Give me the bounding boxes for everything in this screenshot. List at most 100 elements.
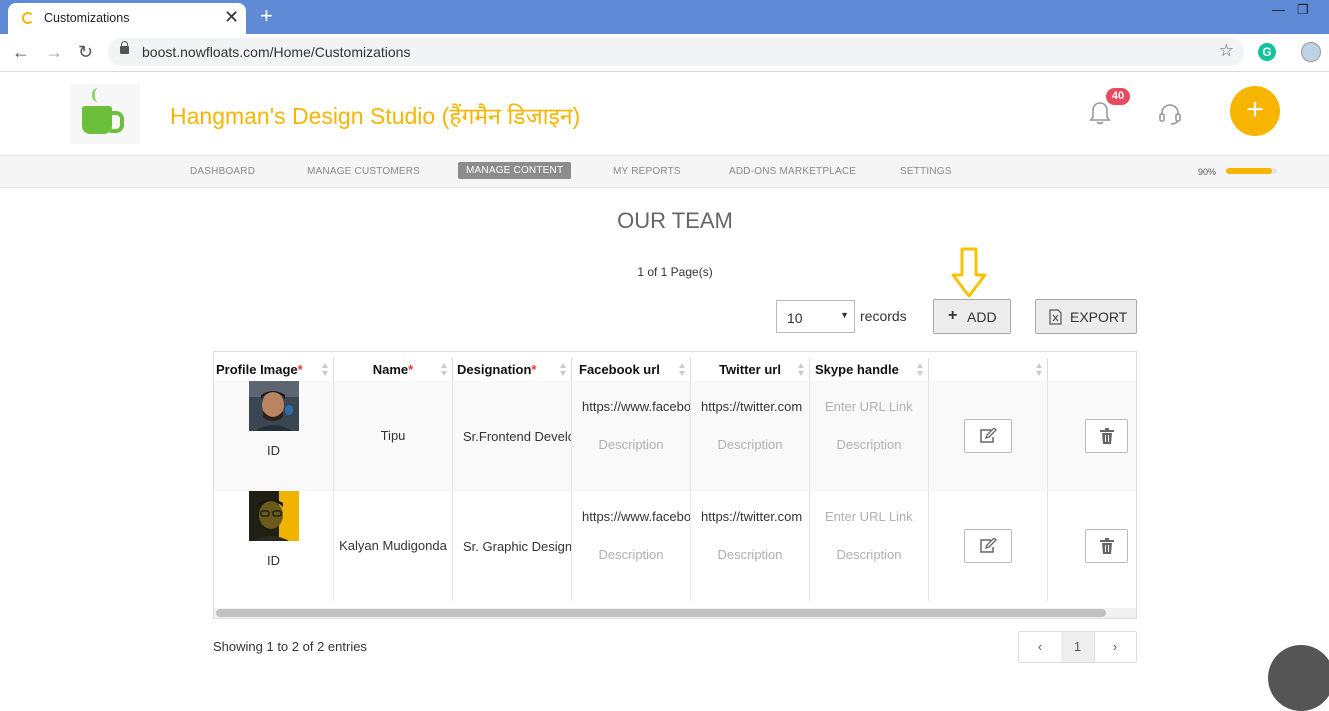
main-navigation: DASHBOARD MANAGE CUSTOMERS MANAGE CONTEN…	[0, 155, 1329, 188]
profile-photo-kalyan[interactable]	[249, 491, 299, 541]
nav-manage-customers[interactable]: MANAGE CUSTOMERS	[307, 166, 420, 177]
brand-name: Hangman's Design Studio (हैंगमैन डिजाइन)	[170, 103, 581, 129]
logo-mug	[82, 106, 112, 134]
quick-add-button[interactable]: +	[1230, 86, 1280, 136]
page-title: OUR TEAM	[617, 208, 733, 233]
name-cell[interactable]: Tipu	[334, 381, 453, 491]
twitter-url-cell[interactable]: https://twitter.com Description	[691, 491, 810, 601]
profile-id: ID	[267, 443, 280, 458]
column-header-profile-image[interactable]: Profile Image*	[214, 358, 334, 382]
url-text: boost.nowfloats.com/Home/Customizations	[142, 44, 411, 60]
chevron-right-icon: ›	[1112, 639, 1118, 654]
skype-url-placeholder: Enter URL Link	[825, 509, 913, 524]
delete-cell	[1048, 381, 1136, 491]
sort-icon	[798, 363, 804, 377]
facebook-url-value: https://www.facebook.com	[582, 399, 691, 414]
prev-page-button[interactable]: ‹	[1019, 632, 1062, 662]
logo-mug-handle	[110, 111, 124, 133]
description-placeholder: Description	[836, 437, 902, 452]
headset-support-icon[interactable]	[1158, 102, 1182, 126]
designation-cell[interactable]: Sr. Graphic Designer	[453, 491, 572, 601]
notification-count-badge: 40	[1106, 88, 1130, 105]
table-row: ID Kalyan Mudigonda Sr. Graphic Designer…	[214, 491, 1136, 601]
nav-dashboard[interactable]: DASHBOARD	[190, 166, 255, 177]
new-tab-icon[interactable]: +	[260, 4, 273, 28]
table-horizontal-scrollbar[interactable]	[214, 608, 1136, 618]
profile-avatar-icon[interactable]	[1301, 42, 1321, 62]
minimize-icon[interactable]: —	[1272, 2, 1285, 17]
description-placeholder: Description	[836, 547, 902, 562]
description-placeholder: Description	[717, 547, 783, 562]
down-arrow-annotation-icon	[951, 247, 987, 298]
member-designation: Sr. Graphic Designer	[463, 539, 572, 554]
profile-completion-label: 90%	[1198, 167, 1217, 177]
column-header-delete	[1048, 358, 1136, 382]
next-page-button[interactable]: ›	[1094, 632, 1136, 662]
profile-completion-bar	[1226, 168, 1277, 174]
sort-icon	[1036, 363, 1042, 377]
description-placeholder: Description	[717, 437, 783, 452]
forward-icon[interactable]: →	[45, 40, 63, 64]
column-header-label: Designation	[457, 362, 532, 377]
caret-down-icon: ▼	[840, 310, 849, 320]
required-marker: *	[408, 362, 414, 377]
url-input[interactable]: boost.nowfloats.com/Home/Customizations …	[108, 38, 1244, 66]
edit-icon	[980, 428, 997, 443]
delete-button[interactable]	[1085, 419, 1128, 453]
bookmark-star-icon[interactable]: ☆	[1219, 41, 1234, 61]
restore-icon[interactable]: ❐	[1297, 2, 1309, 18]
nav-my-reports[interactable]: MY REPORTS	[613, 166, 681, 177]
chevron-left-icon: ‹	[1037, 639, 1043, 654]
delete-cell	[1048, 491, 1136, 601]
reload-icon[interactable]: ↻	[78, 40, 93, 64]
nav-manage-content[interactable]: MANAGE CONTENT	[458, 162, 572, 179]
column-header-designation[interactable]: Designation*	[453, 358, 572, 382]
designation-cell[interactable]: Sr.Frontend Developer	[453, 381, 572, 491]
add-button[interactable]: + ADD	[933, 299, 1011, 334]
twitter-url-value: https://twitter.com	[701, 399, 803, 414]
column-header-skype-handle[interactable]: Skype handle	[810, 358, 929, 382]
help-chat-bubble[interactable]	[1268, 645, 1329, 711]
favicon-icon	[22, 12, 34, 24]
column-header-label: Skype handle	[815, 362, 899, 377]
lock-icon	[120, 41, 129, 54]
excel-file-icon	[1049, 309, 1062, 325]
nav-settings[interactable]: SETTINGS	[900, 166, 952, 177]
column-header-facebook-url[interactable]: Facebook url	[572, 358, 691, 382]
page-number-button[interactable]: 1	[1061, 632, 1095, 662]
facebook-url-cell[interactable]: https://www.facebook.com Description	[572, 491, 691, 601]
column-header-twitter-url[interactable]: Twitter url	[691, 358, 810, 382]
close-tab-icon[interactable]: ✕	[224, 7, 239, 27]
name-cell[interactable]: Kalyan Mudigonda	[334, 491, 453, 601]
sort-icon	[917, 363, 923, 377]
column-header-name[interactable]: Name*	[334, 358, 453, 382]
bell-icon[interactable]	[1089, 101, 1111, 125]
back-icon[interactable]: ←	[12, 40, 30, 64]
required-marker: *	[531, 362, 537, 377]
twitter-url-cell[interactable]: https://twitter.com Description	[691, 381, 810, 491]
profile-image-cell: ID	[214, 491, 334, 601]
add-button-label: ADD	[967, 309, 997, 325]
sort-icon	[322, 363, 328, 377]
table-header: Profile Image* Name* Designation* Facebo…	[214, 358, 1136, 383]
profile-completion-fill	[1226, 168, 1272, 174]
profile-photo-tipu[interactable]	[249, 381, 299, 431]
browser-tab[interactable]: Customizations ✕	[8, 3, 246, 34]
member-designation: Sr.Frontend Developer	[463, 429, 571, 444]
records-per-page-select[interactable]: 10 ▼	[776, 300, 855, 333]
column-header-edit[interactable]	[929, 358, 1048, 382]
grammarly-extension-icon[interactable]: G	[1258, 43, 1276, 61]
skype-handle-cell[interactable]: Enter URL Link Description	[810, 491, 929, 601]
skype-handle-cell[interactable]: Enter URL Link Description	[810, 381, 929, 491]
edit-button[interactable]	[964, 529, 1012, 563]
facebook-url-cell[interactable]: https://www.facebook.com Description	[572, 381, 691, 491]
records-per-page-value: 10	[787, 310, 803, 326]
edit-button[interactable]	[964, 419, 1012, 453]
delete-button[interactable]	[1085, 529, 1128, 563]
export-button[interactable]: EXPORT	[1035, 299, 1137, 334]
trash-icon	[1100, 428, 1114, 444]
facebook-url-value: https://www.facebook.com	[582, 509, 691, 524]
scrollbar-thumb[interactable]	[216, 609, 1106, 617]
trash-icon	[1100, 538, 1114, 554]
nav-addons-marketplace[interactable]: ADD-ONS MARKETPLACE	[729, 166, 856, 177]
